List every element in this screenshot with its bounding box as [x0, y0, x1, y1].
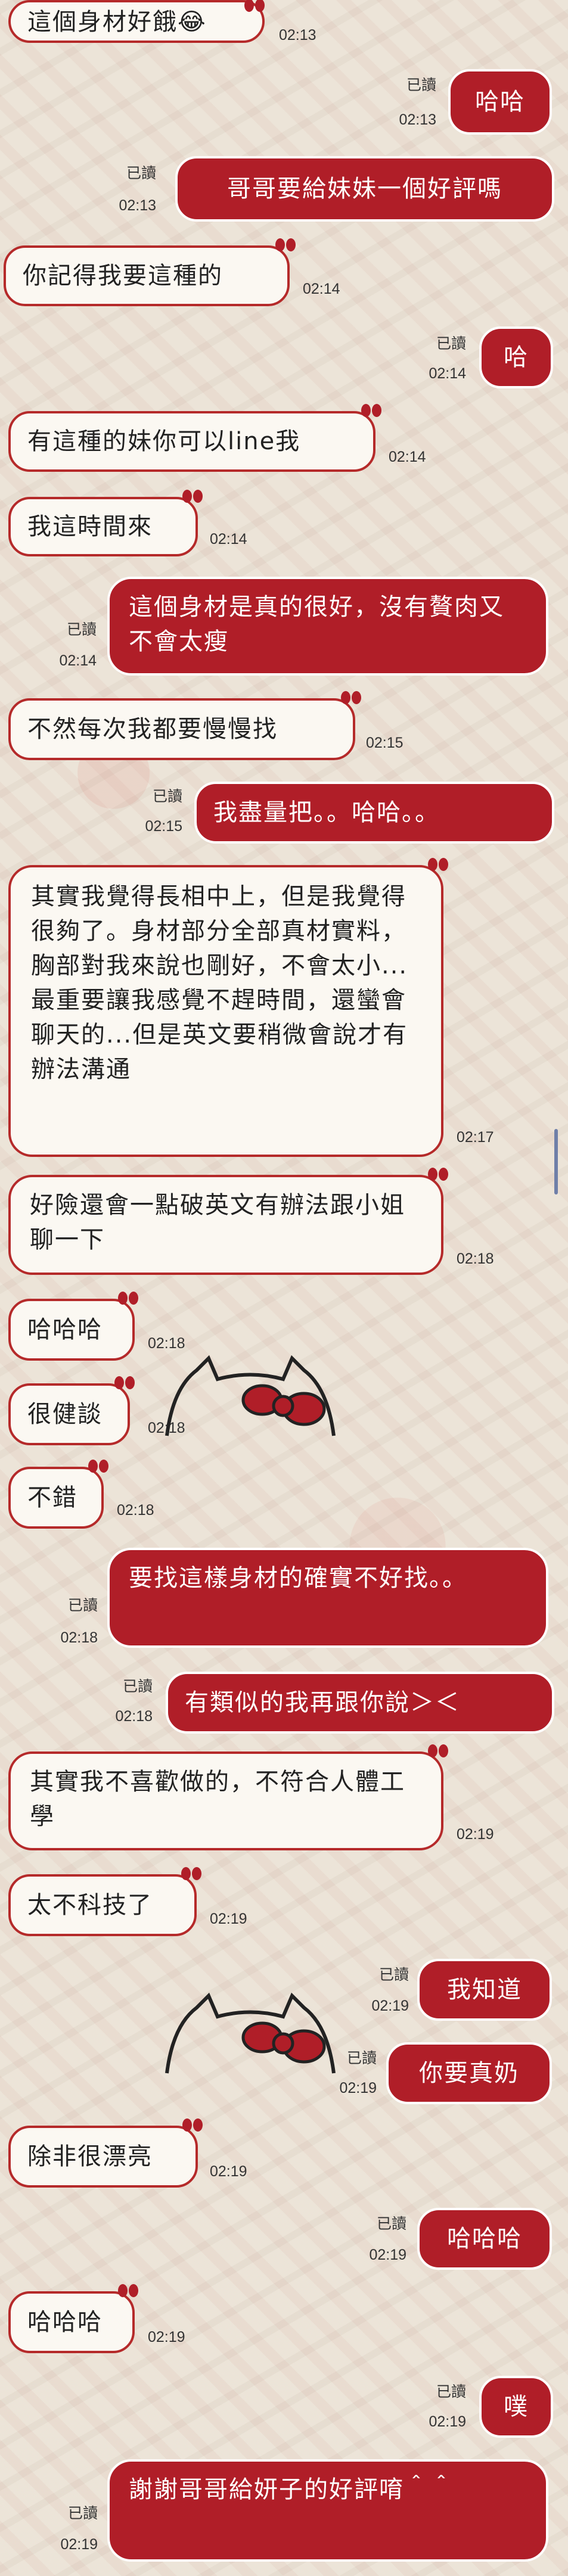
message-bubble[interactable]: 你記得我要這種的 [4, 245, 290, 306]
message-time: 02:19 [148, 2329, 185, 2345]
message-time: 02:19 [339, 2080, 377, 2096]
message-bubble[interactable]: 這個身材好餓😂 [8, 0, 265, 43]
message-time: 02:13 [399, 111, 436, 128]
message-bubble[interactable]: 哈哈哈 [417, 2208, 552, 2270]
message-bubble[interactable]: 我這時間來 [8, 497, 198, 556]
bow-icon [114, 1376, 135, 1389]
message-bubble[interactable]: 其實我不喜歡做的，不符合人體工學 [8, 1751, 443, 1850]
bow-icon [182, 490, 203, 503]
message-time: 02:19 [60, 2536, 98, 2553]
message-bubble[interactable]: 不錯 [8, 1467, 104, 1529]
read-receipt: 已讀 [126, 165, 156, 182]
message-time: 02:18 [60, 1629, 98, 1646]
read-receipt: 已讀 [67, 1597, 98, 1614]
message-bubble[interactable]: 哥哥要給妹妹一個好評嗎 [175, 156, 554, 222]
message-bubble[interactable]: 哈哈 [448, 69, 552, 135]
message-time: 02:13 [119, 197, 156, 214]
read-receipt: 已讀 [436, 2384, 466, 2400]
message-time: 02:15 [366, 735, 404, 751]
message-bubble[interactable]: 哈哈哈 [8, 1299, 135, 1361]
message-time: 02:14 [210, 531, 247, 547]
bow-icon [182, 2118, 203, 2132]
hello-kitty-peek-sticker[interactable] [161, 1352, 340, 1442]
message-bubble[interactable]: 其實我覺得長相中上，但是我覺得很夠了。身材部分全部真材實料，胸部對我來說也剛好，… [8, 865, 443, 1157]
bow-icon [181, 1867, 201, 1880]
message-bubble[interactable]: 太不科技了 [8, 1874, 197, 1936]
scrollbar[interactable] [554, 1129, 558, 1194]
message-time: 02:19 [457, 1826, 494, 1843]
bow-icon [244, 0, 265, 12]
message-bubble[interactable]: 你要真奶 [386, 2042, 552, 2104]
message-time: 02:19 [369, 2247, 406, 2263]
message-bubble[interactable]: 有這種的妹你可以line我 [8, 411, 375, 472]
chat-thread[interactable]: 這個身材好餓😂 02:13 已讀 02:13 哈哈 已讀 02:13 哥哥要給妹… [0, 0, 568, 2576]
read-receipt: 已讀 [436, 335, 466, 352]
read-receipt: 已讀 [376, 2216, 406, 2232]
message-time: 02:18 [117, 1502, 154, 1519]
message-time: 02:19 [210, 2163, 247, 2180]
read-receipt: 已讀 [152, 788, 182, 805]
message-bubble[interactable]: 謝謝哥哥給妍子的好評唷＾＾ [107, 2459, 548, 2562]
message-time: 02:14 [303, 281, 340, 297]
read-receipt: 已讀 [122, 1678, 153, 1695]
bow-icon [428, 1744, 448, 1757]
message-time: 02:19 [429, 2413, 466, 2430]
bow-icon [428, 1168, 448, 1181]
message-time: 02:19 [371, 1998, 409, 2014]
message-time: 02:17 [457, 1129, 494, 1146]
bow-icon [88, 1460, 108, 1473]
bow-icon [118, 1292, 138, 1305]
message-time: 02:15 [145, 818, 182, 835]
message-bubble[interactable]: 除非很漂亮 [8, 2126, 198, 2188]
read-receipt: 已讀 [406, 77, 436, 94]
message-bubble[interactable]: 我知道 [417, 1959, 552, 2021]
message-time: 02:14 [429, 365, 466, 382]
message-bubble[interactable]: 好險還會一點破英文有辦法跟小姐聊一下 [8, 1175, 443, 1275]
message-time: 02:19 [210, 1911, 247, 1927]
bow-icon [118, 2284, 138, 2297]
bow-icon [341, 691, 361, 704]
message-bubble[interactable]: 有類似的我再跟你說＞＜ [166, 1672, 554, 1734]
read-receipt: 已讀 [378, 1967, 409, 1983]
message-time: 02:13 [279, 27, 316, 43]
message-bubble[interactable]: 很健談 [8, 1383, 130, 1445]
message-bubble[interactable]: 哈 [479, 326, 553, 388]
bow-knot [272, 1395, 294, 1417]
message-time: 02:14 [59, 652, 97, 669]
hello-kitty-peek-sticker[interactable] [161, 1990, 340, 2079]
read-receipt: 已讀 [66, 621, 97, 638]
bow-icon [428, 858, 448, 871]
message-time: 02:18 [148, 1335, 185, 1352]
message-bubble[interactable]: 這個身材是真的很好，沒有贅肉又不會太瘦 [107, 577, 548, 676]
message-time: 02:18 [115, 1708, 153, 1725]
bow-icon [361, 404, 381, 417]
message-bubble[interactable]: 哈哈哈 [8, 2291, 135, 2353]
bow-knot [272, 2032, 294, 2055]
message-time: 02:14 [389, 449, 426, 465]
message-time: 02:18 [457, 1250, 494, 1267]
message-bubble[interactable]: 我盡量把。。哈哈。。 [194, 782, 554, 844]
bow-icon [275, 238, 296, 251]
message-bubble[interactable]: 噗 [479, 2376, 553, 2438]
read-receipt: 已讀 [346, 2050, 377, 2067]
message-time: 02:18 [148, 1420, 185, 1436]
message-bubble[interactable]: 不然每次我都要慢慢找 [8, 698, 355, 760]
read-receipt: 已讀 [67, 2505, 98, 2522]
message-bubble[interactable]: 要找這樣身材的確實不好找。。 [107, 1548, 548, 1648]
